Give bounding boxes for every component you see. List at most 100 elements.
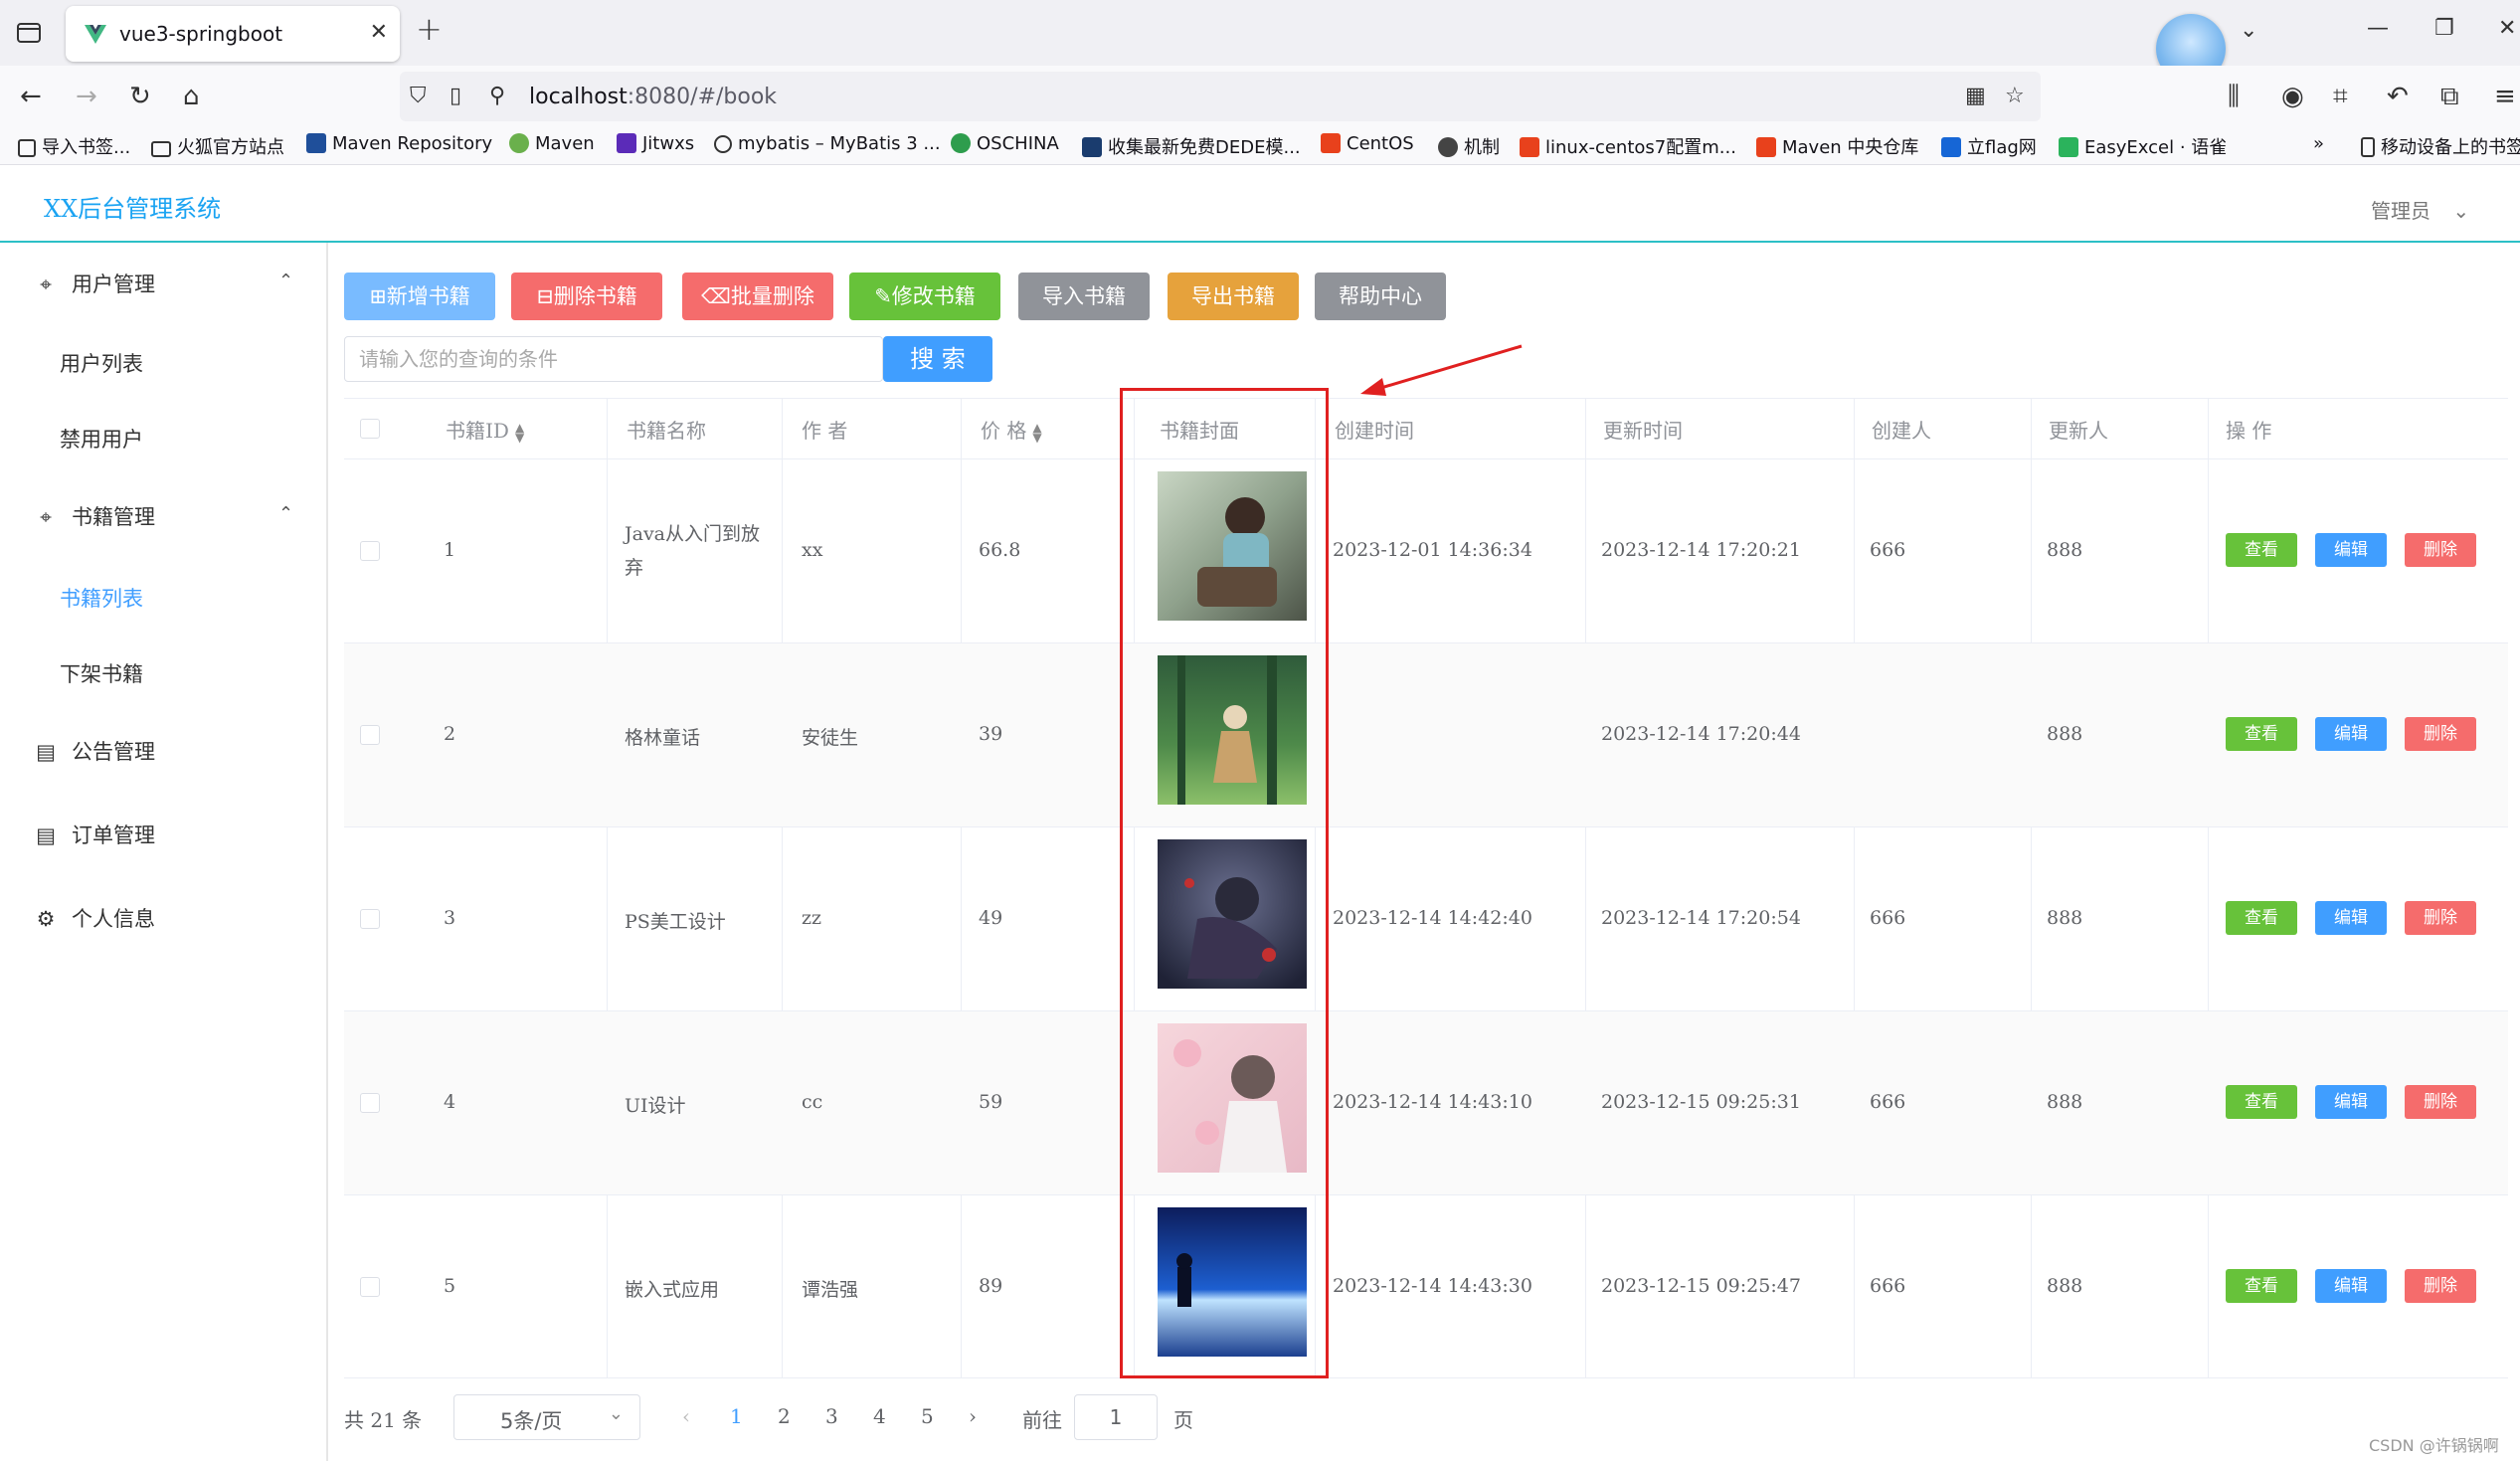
bookmark-item[interactable]: Jitwxs <box>617 133 694 154</box>
bookmark-star-icon[interactable]: ☆ <box>2005 84 2025 108</box>
row-checkbox[interactable] <box>360 1093 380 1113</box>
sidebar-item-user-list[interactable]: 用户列表 <box>60 348 143 378</box>
delete-button[interactable]: 删除 <box>2405 901 2476 935</box>
browser-tab-active[interactable]: vue3-springboot ✕ <box>66 6 400 62</box>
sidebar-item-removed-books[interactable]: 下架书籍 <box>60 658 143 688</box>
chevron-up-icon[interactable]: ⌃ <box>278 271 293 291</box>
restore-icon[interactable]: ❐ <box>2434 16 2454 41</box>
delete-button[interactable]: 删除 <box>2405 533 2476 567</box>
bookmark-item[interactable]: linux-centos7配置m... <box>1520 133 1736 159</box>
table-row: 4 UI设计 cc 59 2023-12-14 14:43:10 2023-12… <box>344 1010 2508 1194</box>
add-book-button[interactable]: ⊞新增书籍 <box>344 273 495 320</box>
edit-button[interactable]: 编辑 <box>2315 901 2387 935</box>
edit-button[interactable]: 编辑 <box>2315 717 2387 751</box>
search-input[interactable]: 请输入您的查询的条件 <box>344 336 883 382</box>
menu-personal-info[interactable]: ⚙ 个人信息 <box>34 903 155 933</box>
header-updater: 更新人 <box>2049 419 2108 443</box>
browser-tab-strip: vue3-springboot ✕ + ⌄ — ❐ ✕ <box>0 0 2520 84</box>
page-number-2[interactable]: 2 <box>778 1404 791 1428</box>
row-checkbox[interactable] <box>360 909 380 929</box>
bookmark-item[interactable]: 导入书签... <box>18 133 130 159</box>
reload-icon[interactable]: ↻ <box>129 82 151 111</box>
view-button[interactable]: 查看 <box>2226 717 2297 751</box>
bookmark-item[interactable]: Maven <box>509 133 595 154</box>
header-price[interactable]: 价 格 ▲ ▼ <box>981 415 1042 444</box>
bookmark-item[interactable]: 火狐官方站点 <box>151 133 284 159</box>
next-page-icon[interactable]: › <box>969 1404 977 1428</box>
row-checkbox[interactable] <box>360 725 380 745</box>
edit-book-button[interactable]: ✎修改书籍 <box>849 273 1000 320</box>
prev-page-icon[interactable]: ‹ <box>682 1404 690 1428</box>
edit-button[interactable]: 编辑 <box>2315 1269 2387 1303</box>
close-tab-icon[interactable]: ✕ <box>370 20 388 45</box>
account-icon[interactable]: ◉ <box>2281 82 2304 111</box>
shield-icon[interactable]: ⛉ <box>410 84 427 108</box>
address-bar[interactable]: ⛉ ▯ ⚲ localhost:8080/#/book ▦ ☆ <box>400 72 2041 121</box>
tab-list-icon[interactable] <box>14 18 44 48</box>
menu-user-management[interactable]: ⌖ 用户管理 <box>34 269 155 298</box>
url-text[interactable]: localhost:8080/#/book <box>529 85 777 109</box>
back-icon[interactable]: ← <box>20 82 42 111</box>
batch-delete-button[interactable]: ⌫批量删除 <box>682 273 833 320</box>
chevron-down-icon[interactable]: ⌄ <box>2240 18 2257 43</box>
select-all-checkbox[interactable] <box>360 419 380 439</box>
delete-button[interactable]: 删除 <box>2405 717 2476 751</box>
menu-notice-management[interactable]: ▤ 公告管理 <box>34 736 155 766</box>
sidebar-item-book-list[interactable]: 书籍列表 <box>60 583 143 613</box>
import-books-button[interactable]: 导入书籍 <box>1018 273 1150 320</box>
undo-icon[interactable]: ↶ <box>2387 82 2409 111</box>
help-center-button[interactable]: 帮助中心 <box>1315 273 1446 320</box>
forward-icon[interactable]: → <box>76 82 97 111</box>
search-button[interactable]: 搜 索 <box>883 336 992 382</box>
view-button[interactable]: 查看 <box>2226 1269 2297 1303</box>
row-checkbox[interactable] <box>360 1277 380 1297</box>
bookmark-item[interactable]: 移动设备上的书签 <box>2361 133 2520 159</box>
view-button[interactable]: 查看 <box>2226 1085 2297 1119</box>
menu-book-management[interactable]: ⌖ 书籍管理 <box>34 501 155 531</box>
bookmark-item[interactable]: Maven 中央仓库 <box>1756 133 1918 159</box>
row-checkbox[interactable] <box>360 541 380 561</box>
screenshot-icon[interactable]: ⌗ <box>2333 82 2348 112</box>
qr-code-icon[interactable]: ▦ <box>1965 84 1986 108</box>
bookmark-item[interactable]: 立flag网 <box>1941 133 2037 159</box>
header-book-id[interactable]: 书籍ID ▲ ▼ <box>446 415 524 444</box>
menu-icon[interactable]: ≡ <box>2494 82 2516 111</box>
home-icon[interactable]: ⌂ <box>183 82 200 111</box>
delete-button[interactable]: 删除 <box>2405 1085 2476 1119</box>
edit-button[interactable]: 编辑 <box>2315 1085 2387 1119</box>
extensions-icon[interactable]: ⧉ <box>2440 82 2459 112</box>
page-number-3[interactable]: 3 <box>825 1404 838 1428</box>
admin-dropdown[interactable]: 管理员 ⌄ <box>2371 195 2469 224</box>
view-button[interactable]: 查看 <box>2226 901 2297 935</box>
menu-order-management[interactable]: ▤ 订单管理 <box>34 820 155 849</box>
permissions-icon[interactable]: ⚲ <box>489 84 505 108</box>
more-bookmarks-icon[interactable]: » <box>2313 133 2324 154</box>
sidebar-item-banned-users[interactable]: 禁用用户 <box>60 424 143 454</box>
bookmark-item[interactable]: EasyExcel · 语雀 <box>2059 133 2227 159</box>
bookmark-item[interactable]: 收集最新免费DEDE模... <box>1082 133 1301 159</box>
bookmark-item[interactable]: 机制 <box>1438 133 1500 159</box>
export-books-button[interactable]: 导出书籍 <box>1168 273 1299 320</box>
cell-creator: 666 <box>1870 539 1906 561</box>
page-icon[interactable]: ▯ <box>450 84 461 108</box>
minimize-icon[interactable]: — <box>2367 16 2389 41</box>
view-button[interactable]: 查看 <box>2226 533 2297 567</box>
edit-button[interactable]: 编辑 <box>2315 533 2387 567</box>
page-number-5[interactable]: 5 <box>921 1404 934 1428</box>
library-icon[interactable]: ⫼ <box>2228 82 2240 112</box>
close-window-icon[interactable]: ✕ <box>2498 16 2516 41</box>
bookmark-item[interactable]: mybatis – MyBatis 3 ... <box>714 133 941 154</box>
new-tab-icon[interactable]: + <box>416 10 443 48</box>
goto-page-input[interactable]: 1 <box>1074 1394 1158 1440</box>
cell-id: 2 <box>444 723 456 745</box>
bookmark-item[interactable]: Maven Repository <box>306 133 492 154</box>
page-number-4[interactable]: 4 <box>873 1404 886 1428</box>
delete-book-button[interactable]: ⊟删除书籍 <box>511 273 662 320</box>
chevron-up-icon[interactable]: ⌃ <box>278 503 293 524</box>
delete-button[interactable]: 删除 <box>2405 1269 2476 1303</box>
page-number-1[interactable]: 1 <box>730 1404 743 1428</box>
bookmark-item[interactable]: CentOS <box>1321 133 1414 154</box>
page-size-select[interactable]: 5条/页 ⌄ <box>453 1394 640 1440</box>
header-created-time: 创建时间 <box>1335 419 1414 443</box>
bookmark-item[interactable]: OSCHINA <box>951 133 1059 154</box>
